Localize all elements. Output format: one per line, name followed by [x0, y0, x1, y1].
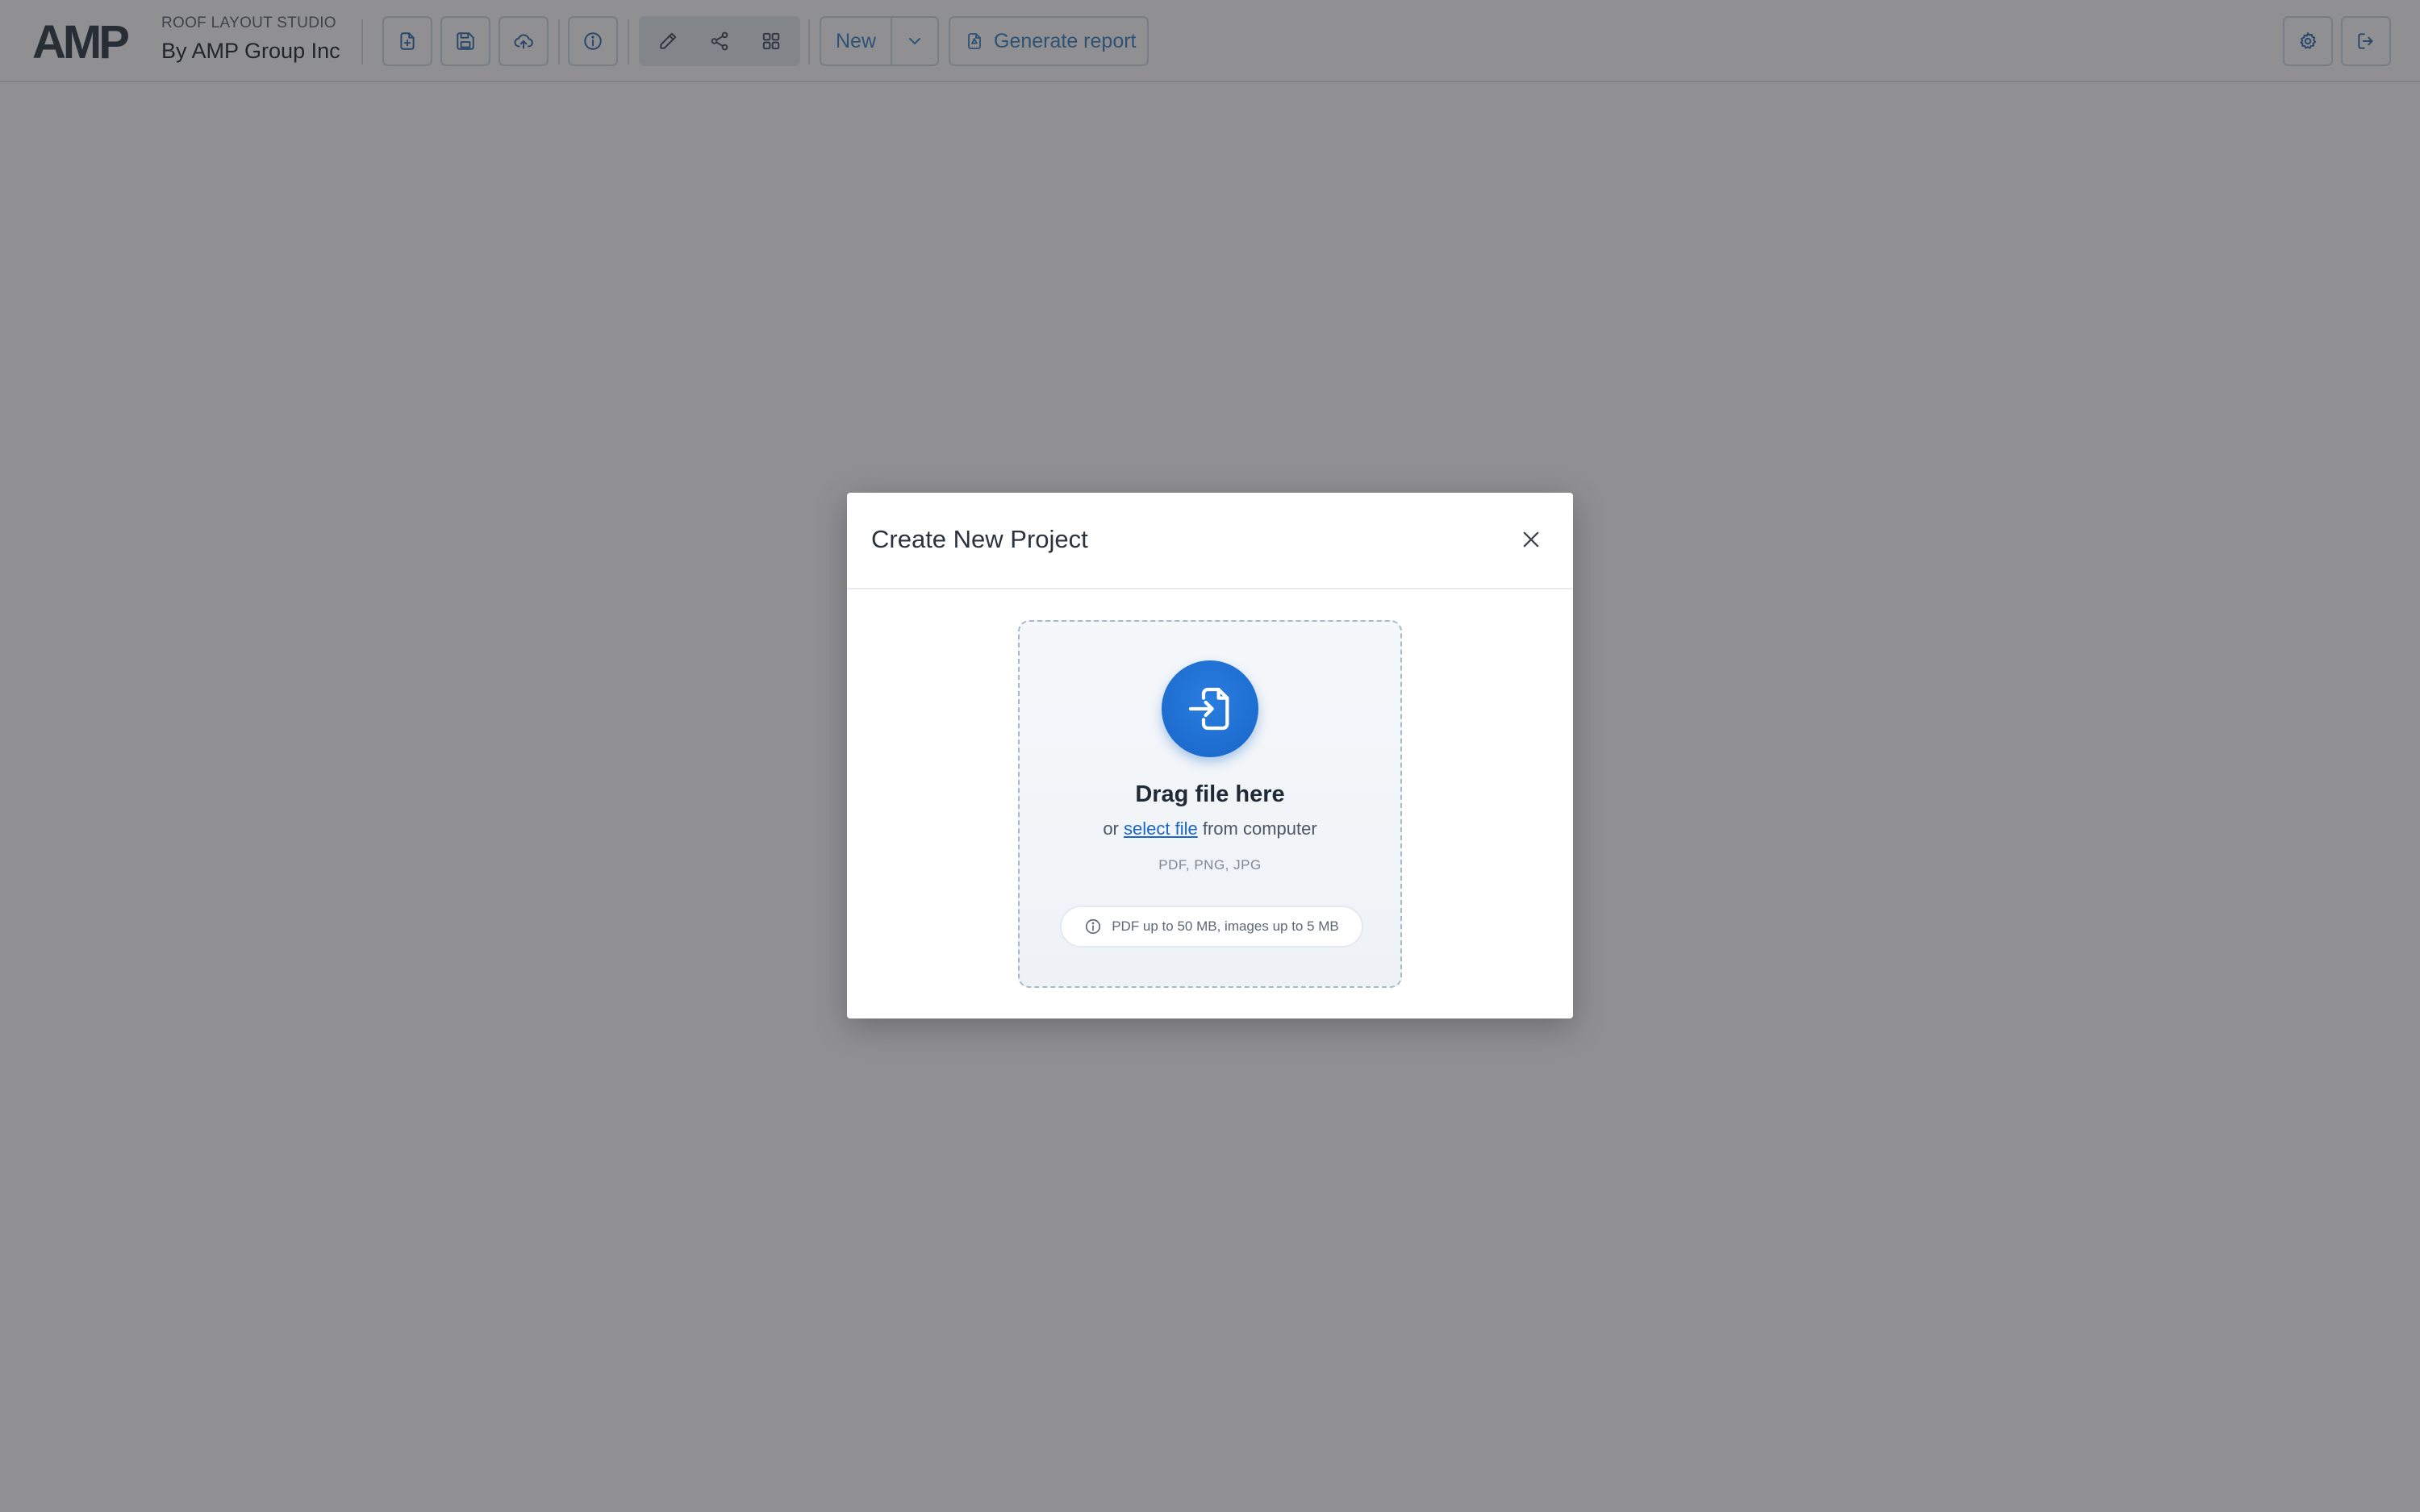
info-icon	[1086, 918, 1101, 935]
dropzone-subtitle: or select file from computer	[1020, 818, 1400, 839]
modal-header: Create New Project	[847, 493, 1573, 589]
file-size-note-text: PDF up to 50 MB, images up to 5 MB	[1112, 918, 1339, 934]
file-size-note: PDF up to 50 MB, images up to 5 MB	[1060, 906, 1363, 948]
close-icon	[1523, 531, 1539, 548]
dropzone-title: Drag file here	[1135, 781, 1285, 807]
accepted-file-types: PDF, PNG, JPG	[1158, 857, 1262, 873]
modal-title: Create New Project	[871, 525, 1088, 553]
dropzone-sub-suffix: from computer	[1202, 818, 1317, 839]
dropzone-sub-prefix: or	[1103, 818, 1119, 839]
create-project-modal: Create New Project Drag file here or sel…	[847, 493, 1573, 1018]
file-dropzone[interactable]: Drag file here or select file from compu…	[1018, 620, 1402, 988]
close-button[interactable]	[1515, 523, 1547, 556]
file-import-icon	[1162, 660, 1258, 757]
select-file-link[interactable]: select file	[1124, 818, 1198, 839]
